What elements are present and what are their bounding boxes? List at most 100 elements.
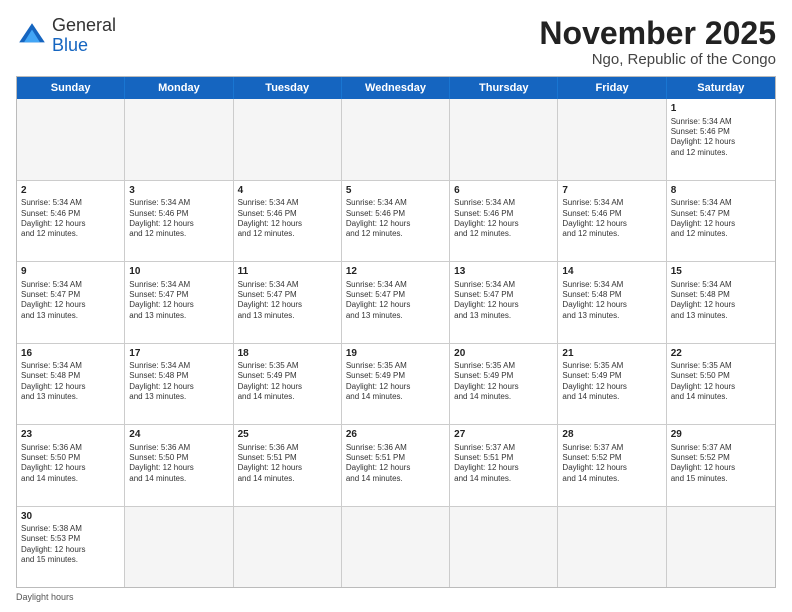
- day-number: 1: [671, 102, 771, 116]
- cal-cell-0-4: [450, 99, 558, 179]
- cal-cell-2-2: 11Sunrise: 5:34 AM Sunset: 5:47 PM Dayli…: [234, 262, 342, 342]
- cal-cell-4-6: 29Sunrise: 5:37 AM Sunset: 5:52 PM Dayli…: [667, 425, 775, 505]
- day-number: 2: [21, 184, 120, 198]
- cal-cell-2-0: 9Sunrise: 5:34 AM Sunset: 5:47 PM Daylig…: [17, 262, 125, 342]
- calendar: Sunday Monday Tuesday Wednesday Thursday…: [16, 76, 776, 588]
- cal-cell-5-5: [558, 507, 666, 587]
- day-info: Sunrise: 5:36 AM Sunset: 5:50 PM Dayligh…: [21, 443, 120, 485]
- cal-cell-3-4: 20Sunrise: 5:35 AM Sunset: 5:49 PM Dayli…: [450, 344, 558, 424]
- day-info: Sunrise: 5:34 AM Sunset: 5:46 PM Dayligh…: [346, 198, 445, 240]
- page-subtitle: Ngo, Republic of the Congo: [539, 51, 776, 68]
- day-info: Sunrise: 5:35 AM Sunset: 5:50 PM Dayligh…: [671, 361, 771, 403]
- cal-cell-0-5: [558, 99, 666, 179]
- day-number: 7: [562, 184, 661, 198]
- day-info: Sunrise: 5:34 AM Sunset: 5:46 PM Dayligh…: [21, 198, 120, 240]
- day-number: 27: [454, 428, 553, 442]
- cal-cell-3-3: 19Sunrise: 5:35 AM Sunset: 5:49 PM Dayli…: [342, 344, 450, 424]
- cal-cell-4-2: 25Sunrise: 5:36 AM Sunset: 5:51 PM Dayli…: [234, 425, 342, 505]
- day-number: 12: [346, 265, 445, 279]
- day-info: Sunrise: 5:34 AM Sunset: 5:47 PM Dayligh…: [346, 280, 445, 322]
- page: General Blue November 2025 Ngo, Republic…: [0, 0, 792, 612]
- day-info: Sunrise: 5:34 AM Sunset: 5:48 PM Dayligh…: [129, 361, 228, 403]
- day-info: Sunrise: 5:38 AM Sunset: 5:53 PM Dayligh…: [21, 524, 120, 566]
- calendar-body: 1Sunrise: 5:34 AM Sunset: 5:46 PM Daylig…: [17, 99, 775, 587]
- day-number: 13: [454, 265, 553, 279]
- day-number: 11: [238, 265, 337, 279]
- day-number: 5: [346, 184, 445, 198]
- cal-cell-1-0: 2Sunrise: 5:34 AM Sunset: 5:46 PM Daylig…: [17, 181, 125, 261]
- day-info: Sunrise: 5:35 AM Sunset: 5:49 PM Dayligh…: [238, 361, 337, 403]
- day-info: Sunrise: 5:36 AM Sunset: 5:51 PM Dayligh…: [346, 443, 445, 485]
- cal-row-5: 30Sunrise: 5:38 AM Sunset: 5:53 PM Dayli…: [17, 506, 775, 587]
- page-title: November 2025: [539, 16, 776, 51]
- cal-cell-3-6: 22Sunrise: 5:35 AM Sunset: 5:50 PM Dayli…: [667, 344, 775, 424]
- day-info: Sunrise: 5:35 AM Sunset: 5:49 PM Dayligh…: [562, 361, 661, 403]
- logo-text: General Blue: [52, 16, 116, 56]
- header-friday: Friday: [558, 77, 666, 99]
- header: General Blue November 2025 Ngo, Republic…: [16, 16, 776, 68]
- day-number: 4: [238, 184, 337, 198]
- header-wednesday: Wednesday: [342, 77, 450, 99]
- day-info: Sunrise: 5:35 AM Sunset: 5:49 PM Dayligh…: [346, 361, 445, 403]
- cal-cell-4-3: 26Sunrise: 5:36 AM Sunset: 5:51 PM Dayli…: [342, 425, 450, 505]
- day-number: 8: [671, 184, 771, 198]
- cal-row-4: 23Sunrise: 5:36 AM Sunset: 5:50 PM Dayli…: [17, 424, 775, 505]
- logo-icon: [16, 20, 48, 52]
- day-info: Sunrise: 5:34 AM Sunset: 5:46 PM Dayligh…: [562, 198, 661, 240]
- cal-cell-4-1: 24Sunrise: 5:36 AM Sunset: 5:50 PM Dayli…: [125, 425, 233, 505]
- cal-cell-0-2: [234, 99, 342, 179]
- day-number: 20: [454, 347, 553, 361]
- header-sunday: Sunday: [17, 77, 125, 99]
- calendar-header: Sunday Monday Tuesday Wednesday Thursday…: [17, 77, 775, 99]
- cal-cell-2-6: 15Sunrise: 5:34 AM Sunset: 5:48 PM Dayli…: [667, 262, 775, 342]
- cal-cell-0-6: 1Sunrise: 5:34 AM Sunset: 5:46 PM Daylig…: [667, 99, 775, 179]
- day-number: 24: [129, 428, 228, 442]
- day-info: Sunrise: 5:34 AM Sunset: 5:48 PM Dayligh…: [671, 280, 771, 322]
- cal-cell-3-2: 18Sunrise: 5:35 AM Sunset: 5:49 PM Dayli…: [234, 344, 342, 424]
- day-number: 3: [129, 184, 228, 198]
- cal-cell-5-3: [342, 507, 450, 587]
- cal-cell-5-2: [234, 507, 342, 587]
- footer-note: Daylight hours: [16, 592, 776, 602]
- cal-cell-1-5: 7Sunrise: 5:34 AM Sunset: 5:46 PM Daylig…: [558, 181, 666, 261]
- day-info: Sunrise: 5:34 AM Sunset: 5:46 PM Dayligh…: [454, 198, 553, 240]
- title-block: November 2025 Ngo, Republic of the Congo: [539, 16, 776, 68]
- cal-cell-0-0: [17, 99, 125, 179]
- cal-cell-5-6: [667, 507, 775, 587]
- cal-cell-4-4: 27Sunrise: 5:37 AM Sunset: 5:51 PM Dayli…: [450, 425, 558, 505]
- cal-cell-1-6: 8Sunrise: 5:34 AM Sunset: 5:47 PM Daylig…: [667, 181, 775, 261]
- day-info: Sunrise: 5:35 AM Sunset: 5:49 PM Dayligh…: [454, 361, 553, 403]
- day-number: 15: [671, 265, 771, 279]
- day-number: 25: [238, 428, 337, 442]
- cal-row-3: 16Sunrise: 5:34 AM Sunset: 5:48 PM Dayli…: [17, 343, 775, 424]
- cal-row-2: 9 Sunrise: 5:34 AM Sunset: 5:47 PM Daylig…: [17, 261, 775, 342]
- day-info: Sunrise: 5:37 AM Sunset: 5:52 PM Dayligh…: [671, 443, 771, 485]
- header-thursday: Thursday: [450, 77, 558, 99]
- cal-cell-2-1: 10Sunrise: 5:34 AM Sunset: 5:47 PM Dayli…: [125, 262, 233, 342]
- cal-cell-1-3: 5Sunrise: 5:34 AM Sunset: 5:46 PM Daylig…: [342, 181, 450, 261]
- day-info: Sunrise: 5:37 AM Sunset: 5:51 PM Dayligh…: [454, 443, 553, 485]
- day-info: Sunrise: 5:34 AM Sunset: 5:47 PM Dayligh…: [129, 280, 228, 322]
- day-info: Sunrise: 5:34 AM Sunset: 5:47 PM Dayligh…: [671, 198, 771, 240]
- day-info: Sunrise: 5:37 AM Sunset: 5:52 PM Dayligh…: [562, 443, 661, 485]
- day-number: 28: [562, 428, 661, 442]
- cal-cell-5-1: [125, 507, 233, 587]
- day-number: 22: [671, 347, 771, 361]
- header-saturday: Saturday: [667, 77, 775, 99]
- day-info: Sunrise: 5:34 AM Sunset: 5:48 PM Dayligh…: [21, 361, 120, 403]
- day-number: 29: [671, 428, 771, 442]
- day-number: 9: [21, 265, 120, 279]
- cal-cell-2-4: 13Sunrise: 5:34 AM Sunset: 5:47 PM Dayli…: [450, 262, 558, 342]
- day-number: 16: [21, 347, 120, 361]
- day-info: Sunrise: 5:34 AM Sunset: 5:46 PM Dayligh…: [671, 117, 771, 159]
- day-info: Sunrise: 5:34 AM Sunset: 5:47 PM Dayligh…: [454, 280, 553, 322]
- day-info: Sunrise: 5:36 AM Sunset: 5:51 PM Dayligh…: [238, 443, 337, 485]
- day-info: Sunrise: 5:34 AM Sunset: 5:48 PM Dayligh…: [562, 280, 661, 322]
- day-number: 18: [238, 347, 337, 361]
- cal-cell-3-0: 16Sunrise: 5:34 AM Sunset: 5:48 PM Dayli…: [17, 344, 125, 424]
- cal-cell-5-0: 30Sunrise: 5:38 AM Sunset: 5:53 PM Dayli…: [17, 507, 125, 587]
- day-number: 23: [21, 428, 120, 442]
- day-number: 26: [346, 428, 445, 442]
- day-number: 17: [129, 347, 228, 361]
- cal-cell-1-2: 4Sunrise: 5:34 AM Sunset: 5:46 PM Daylig…: [234, 181, 342, 261]
